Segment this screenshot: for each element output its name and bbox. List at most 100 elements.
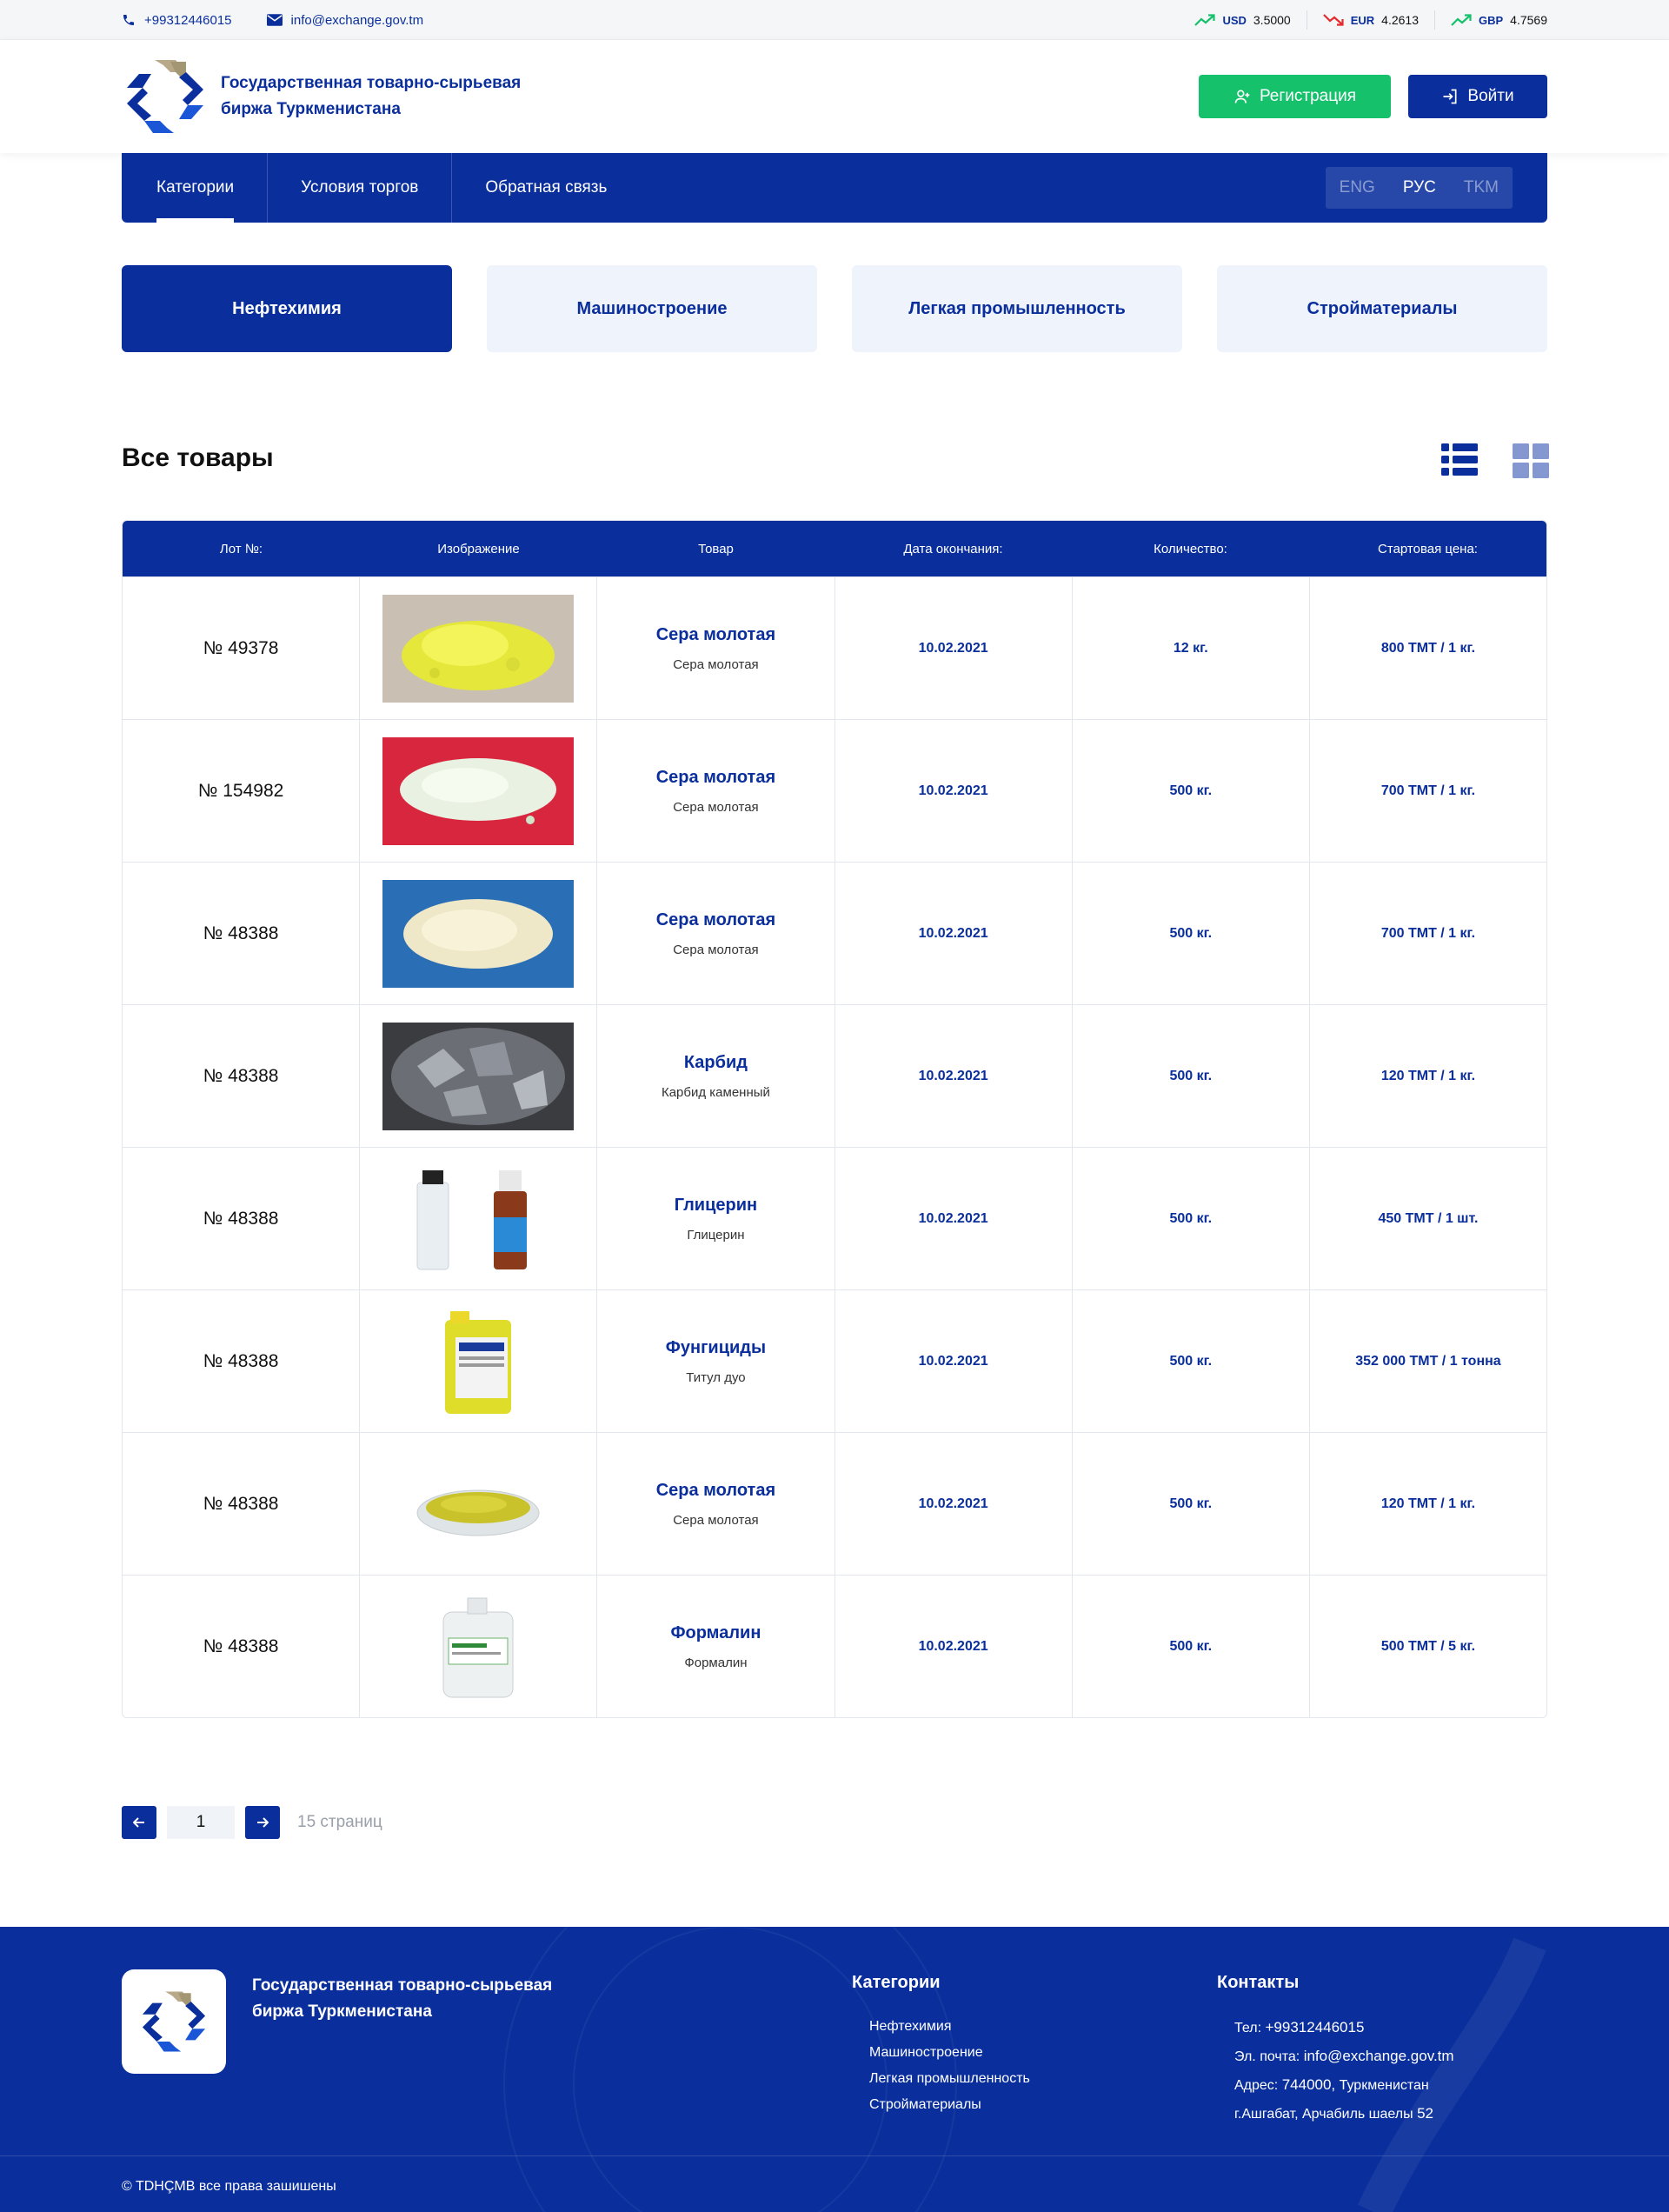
table-row[interactable]: № 48388 Сера молотая Сера молотая 10.02.2… [123, 862, 1546, 1004]
footer-divider [0, 2155, 1669, 2156]
email-label: Эл. почта: [1234, 2049, 1300, 2064]
start-price: 120 ТМТ / 1 кг. [1380, 1496, 1476, 1511]
rate-value: 4.7569 [1510, 13, 1547, 27]
nav-label: Категории [156, 178, 235, 197]
table-row[interactable]: № 48388 Глицерин Глицерин 10.02.2021 500 … [123, 1147, 1546, 1289]
end-date: 10.02.2021 [918, 1068, 988, 1083]
product-subtitle: Сера молотая [673, 656, 759, 672]
site-footer: Государственная товарно-сырьевая биржа Т… [0, 1927, 1669, 2212]
product-name[interactable]: Карбид [684, 1053, 748, 1073]
view-toggle [1441, 442, 1549, 478]
lot-number: № 48388 [203, 1493, 279, 1514]
footer-email[interactable]: Эл. почта: info@exchange.gov.tm [1234, 2042, 1454, 2071]
lot-number: № 48388 [203, 923, 279, 943]
footer-link[interactable]: Легкая промышленность [869, 2066, 1030, 2092]
login-icon [1443, 89, 1457, 104]
product-image[interactable] [382, 1592, 575, 1701]
category-tab-building-materials[interactable]: Стройматериалы [1217, 265, 1547, 352]
mail-icon [266, 14, 283, 26]
category-tabs: Нефтехимия Машиностроение Легкая промышл… [122, 265, 1547, 352]
product-image[interactable] [382, 1164, 575, 1273]
product-name[interactable]: Формалин [670, 1623, 761, 1643]
lang-eng[interactable]: ENG [1326, 178, 1389, 197]
quantity: 500 кг. [1169, 1068, 1213, 1083]
footer-phone[interactable]: Тел: +99312446015 [1234, 2014, 1454, 2042]
product-name[interactable]: Фунгициды [666, 1338, 766, 1358]
product-image[interactable] [382, 1022, 575, 1130]
nav-item-categories[interactable]: Категории [156, 153, 267, 223]
top-phone[interactable]: +99312446015 [122, 13, 232, 28]
trend-up-icon [1194, 14, 1216, 26]
quantity: 500 кг. [1169, 925, 1213, 941]
register-button[interactable]: Регистрация [1199, 75, 1391, 118]
rate-eur: EUR 4.2613 [1306, 10, 1434, 30]
footer-address: Адрес: 744000, Туркменистан [1234, 2071, 1454, 2100]
address-street: г.Ашгабат, Арчабиль шаелы [1234, 2107, 1413, 2122]
end-date: 10.02.2021 [918, 1496, 988, 1511]
table-row[interactable]: № 48388 Фунгициды Титул дуо 10.02.2021 50… [123, 1289, 1546, 1432]
lang-rus[interactable]: РУС [1389, 178, 1450, 197]
product-image[interactable] [382, 736, 575, 845]
product-image[interactable] [382, 1307, 575, 1416]
quantity: 500 кг. [1169, 783, 1213, 798]
top-email[interactable]: info@exchange.gov.tm [266, 13, 423, 28]
phone-icon [123, 15, 134, 25]
login-button[interactable]: Войти [1408, 75, 1547, 118]
rate-value: 3.5000 [1253, 13, 1291, 27]
lang-tkm[interactable]: TKM [1450, 178, 1513, 197]
end-date: 10.02.2021 [918, 783, 988, 798]
table-row[interactable]: № 49378 Сера молотая Сера молотая 10.02.2… [123, 576, 1546, 719]
col-image: Изображение [437, 541, 520, 556]
start-price: 120 ТМТ / 1 кг. [1380, 1068, 1476, 1083]
table-row[interactable]: № 48388 Карбид Карбид каменный 10.02.2021… [123, 1004, 1546, 1147]
nav-label: Условия торгов [301, 178, 419, 197]
product-subtitle: Формалин [684, 1655, 748, 1670]
pagination: 1 15 страниц [122, 1806, 382, 1839]
footer-brand-name: Государственная товарно-сырьевая биржа Т… [252, 1976, 553, 2021]
table-row[interactable]: № 48388 Сера молотая Сера молотая 10.02.2… [123, 1432, 1546, 1575]
product-name[interactable]: Глицерин [675, 1196, 757, 1216]
product-image[interactable] [382, 1449, 575, 1558]
category-tab-petrochemistry[interactable]: Нефтехимия [122, 265, 452, 352]
top-bar: +99312446015 info@exchange.gov.tm USD 3.… [0, 0, 1669, 40]
nav-item-feedback[interactable]: Обратная связь [451, 153, 640, 223]
address-label: Адрес: [1234, 2078, 1279, 2093]
brand[interactable]: Государственная товарно-сырьевая биржа Т… [122, 53, 569, 140]
main-nav: Категории Условия торгов Обратная связь … [122, 153, 1547, 223]
page-title: Все товары [122, 443, 274, 472]
list-view-icon[interactable] [1441, 442, 1478, 478]
nav-item-trade-terms[interactable]: Условия торгов [267, 153, 451, 223]
footer-logo[interactable] [122, 1969, 226, 2074]
product-subtitle: Сера молотая [673, 942, 759, 957]
product-name[interactable]: Сера молотая [656, 1481, 775, 1501]
product-name[interactable]: Сера молотая [656, 910, 775, 930]
current-page-input[interactable]: 1 [167, 1806, 235, 1839]
product-subtitle: Сера молотая [673, 799, 759, 815]
address-country: Туркменистан [1339, 2078, 1429, 2093]
col-start-price: Стартовая цена: [1378, 541, 1478, 556]
grid-view-icon[interactable] [1513, 442, 1549, 478]
lot-number: № 48388 [203, 1350, 279, 1371]
product-image[interactable] [382, 594, 575, 703]
start-price: 352 000 ТМТ / 1 тонна [1355, 1353, 1501, 1369]
category-tab-light-industry[interactable]: Легкая промышленность [852, 265, 1182, 352]
footer-link[interactable]: Машиностроение [869, 2040, 1030, 2066]
product-image[interactable] [382, 879, 575, 988]
footer-link[interactable]: Нефтехимия [869, 2014, 1030, 2040]
category-tab-machinery[interactable]: Машиностроение [487, 265, 817, 352]
product-subtitle: Титул дуо [686, 1369, 746, 1385]
product-name[interactable]: Сера молотая [656, 768, 775, 788]
footer-categories: Категории Нефтехимия Машиностроение Легк… [852, 1973, 1030, 2118]
product-name[interactable]: Сера молотая [656, 625, 775, 645]
start-price: 500 ТМТ / 5 кг. [1380, 1638, 1476, 1654]
language-switcher: ENG РУС TKM [1325, 167, 1513, 209]
end-date: 10.02.2021 [918, 640, 988, 656]
rate-currency: GBP [1479, 13, 1504, 27]
col-product: Товар [698, 541, 734, 556]
next-page-button[interactable] [245, 1806, 280, 1839]
footer-link[interactable]: Стройматериалы [869, 2092, 1030, 2118]
table-row[interactable]: № 48388 Формалин Формалин 10.02.2021 500 … [123, 1575, 1546, 1717]
end-date: 10.02.2021 [918, 1210, 988, 1226]
prev-page-button[interactable] [122, 1806, 156, 1839]
table-row[interactable]: № 154982 Сера молотая Сера молотая 10.02.… [123, 719, 1546, 862]
